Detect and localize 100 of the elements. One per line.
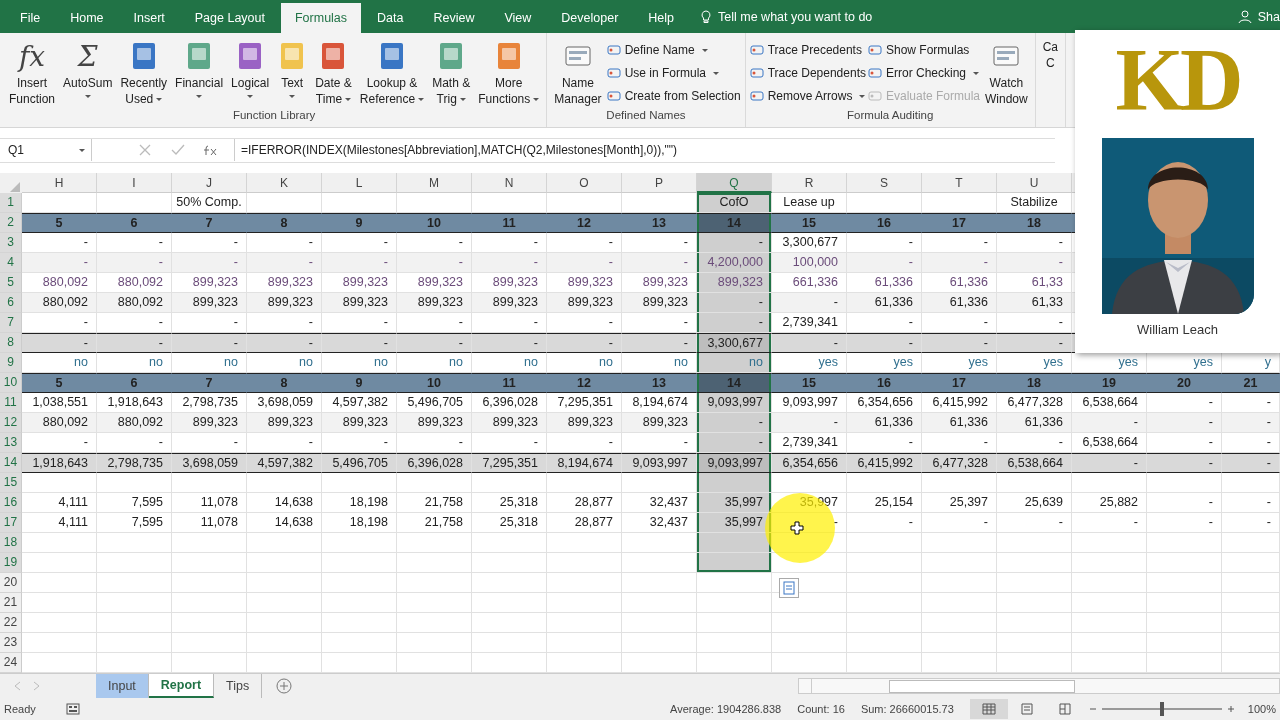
table-cell: - xyxy=(847,232,922,253)
ribbon-button[interactable]: Ca C xyxy=(1039,36,1062,127)
ribbon-button[interactable]: More Functions xyxy=(475,36,543,109)
table-cell: no xyxy=(97,352,172,373)
table-cell: - xyxy=(1222,432,1280,453)
ribbon-button[interactable]: Create from Selection xyxy=(606,86,741,106)
table-cell: - xyxy=(772,332,847,353)
column-header[interactable]: T xyxy=(922,172,997,193)
ribbon-button[interactable]: Name Manager xyxy=(551,36,605,109)
table-cell: 899,323 xyxy=(622,412,697,433)
row-header[interactable]: 22 xyxy=(0,612,22,633)
ribbon-button[interactable]: Trace Dependents xyxy=(749,63,866,83)
table-cell: - xyxy=(997,512,1072,533)
table-cell: - xyxy=(322,312,397,333)
row-header[interactable]: 5 xyxy=(0,272,22,293)
ribbon-tab[interactable]: Data xyxy=(363,2,418,33)
column-header[interactable]: P xyxy=(622,172,697,193)
ribbon-tab[interactable]: Home xyxy=(56,2,118,33)
ribbon-button[interactable]: Logical xyxy=(228,36,273,109)
row-header[interactable]: 17 xyxy=(0,512,22,533)
row-header[interactable]: 24 xyxy=(0,652,22,673)
row-header[interactable]: 23 xyxy=(0,632,22,653)
ribbon-button[interactable]: Remove Arrows xyxy=(749,86,866,106)
ribbon-button[interactable]: Recently Used xyxy=(117,36,171,109)
ribbon-button[interactable]: Watch Window xyxy=(982,36,1031,109)
macro-record-icon[interactable] xyxy=(65,702,80,715)
select-all-icon[interactable] xyxy=(10,181,20,192)
column-header[interactable]: S xyxy=(847,172,922,193)
row-header[interactable]: 4 xyxy=(0,252,22,273)
sheet-tab[interactable]: Input xyxy=(96,673,149,698)
ribbon-tab[interactable]: Help xyxy=(634,2,689,33)
ribbon-button[interactable]: Use in Formula xyxy=(606,63,741,83)
row-header[interactable]: 7 xyxy=(0,312,22,333)
table-cell: - xyxy=(1147,492,1222,513)
ribbon-tab[interactable]: Review xyxy=(419,2,489,33)
zoom-in-icon[interactable] xyxy=(1225,703,1236,714)
ribbon-button[interactable]: Trace Precedents xyxy=(749,40,866,60)
column-header[interactable]: K xyxy=(247,172,322,193)
ribbon-tab[interactable]: Page Layout xyxy=(180,2,279,33)
tell-me-search[interactable]: Tell me what you want to do xyxy=(718,9,873,24)
sheet-tab[interactable]: Tips xyxy=(214,673,263,698)
ribbon-button[interactable]: Math & Trig xyxy=(429,36,474,109)
ribbon-tab[interactable]: Insert xyxy=(119,2,179,33)
zoom-thumb[interactable] xyxy=(1159,701,1164,716)
ribbon-tab[interactable]: Formulas xyxy=(280,2,362,33)
ribbon-button[interactable]: fx Insert Function xyxy=(6,36,59,109)
column-header[interactable]: L xyxy=(322,172,397,193)
row-header[interactable]: 2 xyxy=(0,212,22,233)
ribbon-tab[interactable]: View xyxy=(490,2,546,33)
ribbon-tab[interactable]: Developer xyxy=(547,2,633,33)
row-header[interactable]: 1 xyxy=(0,192,22,213)
ribbon-button[interactable]: Σ AutoSum xyxy=(60,36,116,109)
row-header[interactable]: 21 xyxy=(0,592,22,613)
row-header[interactable]: 3 xyxy=(0,232,22,253)
period-header-cell: 8 xyxy=(247,212,322,233)
row-header[interactable]: 11 xyxy=(0,392,22,413)
table-cell: - xyxy=(397,432,472,453)
normal-view-icon[interactable] xyxy=(969,698,1008,719)
column-header[interactable]: Q xyxy=(697,172,772,193)
sheet-tab[interactable]: Report xyxy=(148,673,215,698)
row-header[interactable]: 18 xyxy=(0,532,22,553)
formula-field[interactable]: =IFERROR(INDEX(Milestones[Abbreviation],MATCH(Q2,Milestones[Month],0)),"") xyxy=(234,139,1055,162)
row-header[interactable]: 16 xyxy=(0,492,22,513)
presenter-name: William Leach xyxy=(1137,322,1218,337)
ribbon-button[interactable]: Show Formulas xyxy=(867,40,980,60)
ribbon-button[interactable]: Define Name xyxy=(606,40,741,60)
row-header[interactable]: 20 xyxy=(0,572,22,593)
table-cell: 6,354,656 xyxy=(847,392,922,413)
ribbon-button[interactable]: Error Checking xyxy=(867,63,980,83)
row-header[interactable]: 13 xyxy=(0,432,22,453)
row-header[interactable]: 15 xyxy=(0,472,22,493)
share-button[interactable]: Sha xyxy=(1257,9,1280,24)
row-header[interactable]: 10 xyxy=(0,372,22,393)
table-cell: 6,538,664 xyxy=(997,452,1072,473)
column-header[interactable]: J xyxy=(172,172,247,193)
column-header[interactable]: R xyxy=(772,172,847,193)
add-sheet-icon[interactable] xyxy=(276,677,293,694)
name-box[interactable]: Q1 xyxy=(0,139,92,162)
ribbon-button[interactable]: Financial xyxy=(172,36,227,109)
horizontal-scrollbar[interactable] xyxy=(798,677,1280,694)
column-header[interactable]: U xyxy=(997,172,1072,193)
ribbon-button[interactable]: Date & Time xyxy=(312,36,355,109)
table-cell: - xyxy=(1072,412,1147,433)
row-header[interactable]: 9 xyxy=(0,352,22,373)
column-header[interactable]: O xyxy=(547,172,622,193)
ribbon-button[interactable]: Text xyxy=(274,36,311,109)
column-header[interactable]: I xyxy=(97,172,172,193)
table-cell: 14,638 xyxy=(247,492,322,513)
row-header[interactable]: 14 xyxy=(0,452,22,473)
paste-options-icon[interactable] xyxy=(779,578,799,598)
column-header[interactable]: M xyxy=(397,172,472,193)
table-cell: 899,323 xyxy=(247,292,322,313)
ribbon-tab[interactable]: File xyxy=(6,2,55,33)
column-header[interactable]: N xyxy=(472,172,547,193)
row-header[interactable]: 12 xyxy=(0,412,22,433)
row-header[interactable]: 6 xyxy=(0,292,22,313)
column-header[interactable]: H xyxy=(22,172,97,193)
ribbon-button[interactable]: Lookup & Reference xyxy=(356,36,428,109)
row-header[interactable]: 19 xyxy=(0,552,22,573)
row-header[interactable]: 8 xyxy=(0,332,22,353)
